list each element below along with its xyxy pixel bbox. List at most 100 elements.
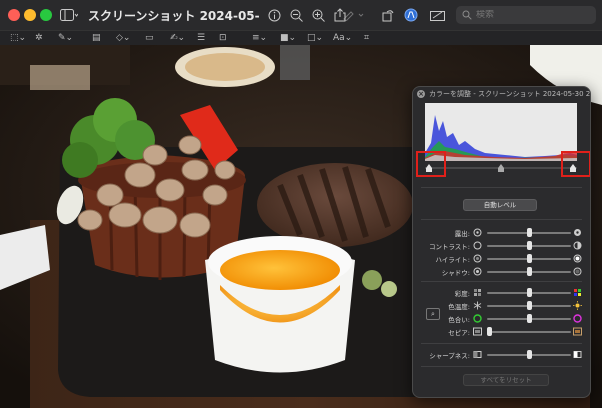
sharpness-label: シャープネス: [429, 352, 470, 360]
exposure-low-icon [473, 228, 482, 237]
sharpness-low-icon [473, 351, 482, 358]
panel-header: × カラーを調整 - スクリーンショット 2024-05-30 20.00.50 [413, 87, 590, 101]
line-style-icon[interactable]: ≡⌄ [252, 32, 267, 44]
text-style-button[interactable]: Aa ⌄ [333, 32, 352, 44]
zoom-out-icon[interactable] [288, 6, 304, 24]
search-input[interactable] [476, 10, 586, 20]
divider [421, 187, 582, 188]
sidebar-icon[interactable] [58, 6, 80, 24]
shadows-slider[interactable] [487, 267, 571, 276]
rotate-icon[interactable] [380, 6, 396, 24]
saturation-label: 彩度: [454, 290, 470, 298]
divider [421, 219, 582, 220]
levels-slider[interactable] [425, 161, 577, 175]
shadows-knob[interactable] [526, 267, 532, 276]
exposure-knob[interactable] [526, 228, 532, 237]
close-window-button[interactable] [8, 9, 20, 21]
contrast-slider-row: コントラスト: [413, 240, 590, 251]
shadows-high-icon [573, 267, 582, 276]
divider [421, 366, 582, 367]
sepia-slider[interactable] [487, 327, 571, 336]
tint-slider[interactable] [487, 314, 571, 323]
sun-icon [573, 301, 582, 310]
divider [421, 281, 582, 282]
sign-tool-icon[interactable]: ✍⌄ [170, 32, 185, 44]
search-field[interactable] [456, 6, 596, 24]
temperature-knob[interactable] [526, 301, 532, 310]
sepia-low-icon [473, 327, 482, 336]
histogram [425, 103, 577, 161]
temperature-slider[interactable] [487, 301, 571, 310]
eyedropper-icon[interactable]: ⌕ [426, 308, 440, 320]
contrast-slider[interactable] [487, 241, 571, 250]
highlight-white-point [561, 151, 590, 177]
mid-point-handle [498, 164, 504, 172]
shadows-slider-row: シャドウ: [413, 266, 590, 277]
window-title: スクリーンショット 2024-05-30 20.0... [88, 9, 260, 23]
temperature-label: 色温度: [448, 303, 470, 311]
preview-window: スクリーンショット 2024-05-30 20.0... [0, 0, 602, 408]
annotate-icon[interactable] [403, 6, 419, 24]
instant-alpha-icon[interactable]: ✲ [35, 32, 43, 44]
sharpness-slider-row: シャープネス: [413, 349, 590, 360]
title-bar: スクリーンショット 2024-05-30 20.0... [0, 0, 602, 30]
snowflake-icon [473, 301, 482, 310]
exposure-label: 露出: [454, 230, 470, 238]
highlights-label: ハイライト: [435, 256, 470, 264]
panel-title: カラーを調整 - スクリーンショット 2024-05-30 20.00.50 [429, 90, 591, 98]
highlights-low-icon [473, 254, 482, 263]
contrast-high-icon [573, 241, 582, 250]
tint-label: 色合い: [448, 316, 470, 324]
saturation-slider-row: 彩度: [413, 287, 590, 298]
sharpness-high-icon [573, 351, 582, 358]
exposure-slider-row: 露出: [413, 227, 590, 238]
adjust-color-panel: × カラーを調整 - スクリーンショット 2024-05-30 20.00.50… [412, 86, 591, 398]
sepia-slider-row: セピア: [413, 326, 590, 337]
tint-knob[interactable] [526, 314, 532, 323]
sketch-tool-icon[interactable]: ✎⌄ [58, 32, 73, 44]
sign-icon[interactable] [428, 6, 446, 24]
divider [421, 343, 582, 344]
contrast-low-icon [473, 241, 482, 250]
minimize-window-button[interactable] [24, 9, 36, 21]
text-style-label: Aa [333, 33, 345, 43]
highlights-high-icon [573, 254, 582, 263]
border-color-icon[interactable]: ■⌄ [280, 32, 296, 44]
saturation-knob[interactable] [526, 288, 532, 297]
contrast-knob[interactable] [526, 241, 532, 250]
shapes-tool-icon[interactable]: ◇⌄ [116, 32, 130, 44]
saturation-slider[interactable] [487, 288, 571, 297]
highlights-knob[interactable] [526, 254, 532, 263]
sepia-knob[interactable] [487, 327, 492, 336]
crop-tool-icon[interactable]: ⌗ [364, 32, 369, 44]
shadows-low-icon [473, 267, 482, 276]
info-icon[interactable] [266, 6, 282, 24]
panel-close-button[interactable]: × [417, 90, 425, 98]
markup-icon[interactable] [340, 6, 366, 24]
search-icon [462, 10, 472, 20]
text-tool-icon[interactable]: ▤ [92, 32, 101, 44]
zoom-in-icon[interactable] [310, 6, 326, 24]
sharpness-slider[interactable] [487, 350, 571, 359]
markup-toolbar: ⬚⌄ ✲ ✎⌄ ▤ ◇⌄ ▭ ✍⌄ ☰ ⊡ ≡⌄ ■⌄ □⌄ Aa ⌄ ⌗ [0, 30, 602, 46]
sepia-label: セピア: [448, 329, 470, 337]
sepia-high-icon [573, 327, 582, 336]
saturation-high-icon [574, 289, 581, 296]
highlight-black-point [416, 151, 446, 177]
selection-tool-icon[interactable]: ⬚⌄ [10, 32, 26, 44]
exposure-high-icon [574, 229, 581, 236]
auto-levels-button[interactable]: 自動レベル [463, 199, 537, 211]
adjust-color-icon[interactable]: ☰ [197, 32, 205, 44]
sharpness-knob[interactable] [526, 350, 532, 359]
reset-all-button[interactable]: すべてをリセット [463, 374, 549, 386]
adjust-size-icon[interactable]: ⊡ [219, 32, 227, 44]
exposure-slider[interactable] [487, 228, 571, 237]
highlights-slider[interactable] [487, 254, 571, 263]
shadows-label: シャドウ: [441, 269, 470, 277]
saturation-low-icon [474, 289, 481, 296]
zoom-window-button[interactable] [40, 9, 52, 21]
note-tool-icon[interactable]: ▭ [145, 32, 154, 44]
tint-green-icon [473, 314, 482, 323]
tint-magenta-icon [573, 314, 582, 323]
fill-color-icon[interactable]: □⌄ [307, 32, 323, 44]
